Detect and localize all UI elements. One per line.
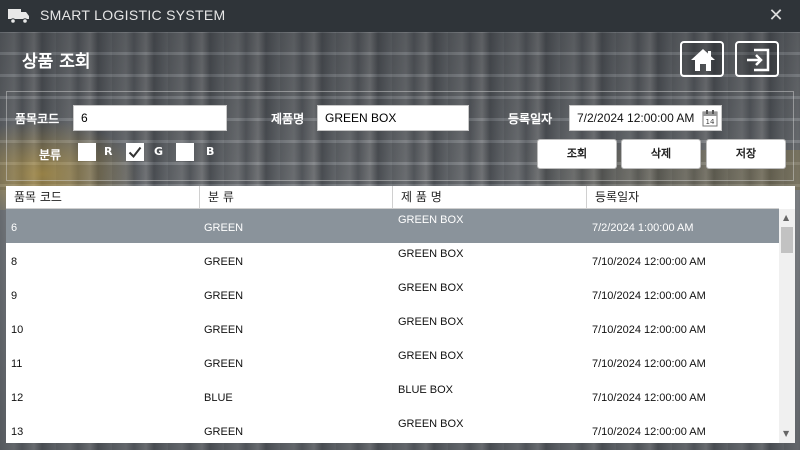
- table-row[interactable]: 11 GREEN GREEN BOX 7/10/2024 12:00:00 AM: [6, 345, 779, 379]
- table-row[interactable]: 9 GREEN GREEN BOX 7/10/2024 12:00:00 AM: [6, 277, 779, 311]
- cell-category: GREEN: [204, 358, 244, 370]
- reg-date-label: 등록일자: [508, 112, 553, 126]
- scroll-down-icon[interactable]: ▼: [783, 429, 789, 438]
- grid-header: 품목 코드 분 류 제 품 명 등록일자: [6, 186, 779, 209]
- item-code-field[interactable]: [81, 106, 219, 130]
- cell-category: GREEN: [204, 426, 244, 438]
- search-button[interactable]: 조회: [537, 139, 617, 169]
- table-row[interactable]: 8 GREEN GREEN BOX 7/10/2024 12:00:00 AM: [6, 243, 779, 277]
- title-bar: SMART LOGISTIC SYSTEM ✕: [0, 0, 800, 32]
- cell-date: 7/10/2024 12:00:00 AM: [592, 290, 706, 302]
- cell-date: 7/10/2024 12:00:00 AM: [592, 358, 706, 370]
- page-title: 상품 조회: [22, 52, 91, 72]
- cell-name: GREEN BOX: [398, 248, 464, 260]
- delete-button[interactable]: 삭제: [621, 139, 701, 169]
- reg-date-picker[interactable]: 7/2/2024 12:00:00 AM 14: [569, 105, 722, 131]
- save-button[interactable]: 저장: [706, 139, 786, 169]
- category-r-label: R: [104, 145, 113, 158]
- cell-date: 7/10/2024 12:00:00 AM: [592, 324, 706, 336]
- truck-icon: [8, 8, 30, 24]
- cell-category: BLUE: [204, 392, 233, 404]
- svg-text:14: 14: [706, 118, 715, 126]
- item-code-label: 품목코드: [15, 112, 60, 126]
- checkmark-icon: [128, 146, 142, 159]
- reg-date-value: 7/2/2024 12:00:00 AM: [577, 111, 695, 125]
- column-header-date[interactable]: 등록일자: [587, 186, 779, 208]
- cell-category: GREEN: [204, 324, 244, 336]
- category-b-checkbox[interactable]: [176, 143, 194, 161]
- vertical-scrollbar[interactable]: ▲ ▼: [779, 209, 795, 443]
- cell-code: 13: [11, 426, 24, 438]
- cell-date: 7/10/2024 12:00:00 AM: [592, 392, 706, 404]
- category-b-label: B: [206, 145, 215, 158]
- product-name-input[interactable]: [317, 105, 469, 131]
- cell-category: GREEN: [204, 290, 244, 302]
- cell-name: GREEN BOX: [398, 418, 464, 430]
- table-row[interactable]: 6 GREEN GREEN BOX 7/2/2024 1:00:00 AM: [6, 209, 779, 243]
- home-button[interactable]: [680, 41, 724, 77]
- cell-category: GREEN: [204, 222, 244, 234]
- cell-code: 10: [11, 324, 24, 336]
- cell-category: GREEN: [204, 256, 244, 268]
- table-row[interactable]: 10 GREEN GREEN BOX 7/10/2024 12:00:00 AM: [6, 311, 779, 345]
- category-label: 분류: [39, 148, 62, 162]
- cell-code: 8: [11, 256, 18, 268]
- cell-name: GREEN BOX: [398, 350, 464, 362]
- cell-code: 9: [11, 290, 18, 302]
- scroll-up-icon[interactable]: ▲: [783, 213, 789, 222]
- app-title: SMART LOGISTIC SYSTEM: [40, 7, 226, 23]
- cell-name: GREEN BOX: [398, 316, 464, 328]
- column-header-category[interactable]: 분 류: [200, 186, 393, 208]
- item-code-input[interactable]: [73, 105, 227, 131]
- exit-button[interactable]: [735, 41, 779, 77]
- product-grid: 품목 코드 분 류 제 품 명 등록일자 6 GREEN GREEN BOX 7…: [6, 186, 795, 443]
- cell-date: 7/2/2024 1:00:00 AM: [592, 222, 694, 234]
- cell-code: 11: [11, 358, 23, 370]
- table-row[interactable]: 12 BLUE BLUE BOX 7/10/2024 12:00:00 AM: [6, 379, 779, 413]
- cell-date: 7/10/2024 12:00:00 AM: [592, 426, 706, 438]
- app-window: SMART LOGISTIC SYSTEM ✕ 상품 조회 품목코드 제품명 등…: [0, 0, 800, 450]
- product-name-label: 제품명: [271, 112, 305, 126]
- cell-name: GREEN BOX: [398, 282, 464, 294]
- category-g-checkbox[interactable]: [126, 143, 144, 161]
- close-icon[interactable]: ✕: [764, 4, 788, 28]
- cell-code: 6: [11, 222, 18, 234]
- category-r-checkbox[interactable]: [78, 143, 96, 161]
- cell-code: 12: [11, 392, 24, 404]
- scroll-thumb[interactable]: [781, 227, 793, 253]
- cell-name: BLUE BOX: [398, 384, 454, 396]
- product-name-field[interactable]: [325, 106, 461, 130]
- cell-name: GREEN BOX: [398, 214, 464, 226]
- table-row[interactable]: 13 GREEN GREEN BOX 7/10/2024 12:00:00 AM: [6, 413, 779, 443]
- cell-date: 7/10/2024 12:00:00 AM: [592, 256, 706, 268]
- calendar-icon[interactable]: 14: [702, 109, 718, 135]
- category-g-label: G: [154, 145, 164, 158]
- column-header-name[interactable]: 제 품 명: [393, 186, 587, 208]
- column-header-code[interactable]: 품목 코드: [6, 186, 200, 208]
